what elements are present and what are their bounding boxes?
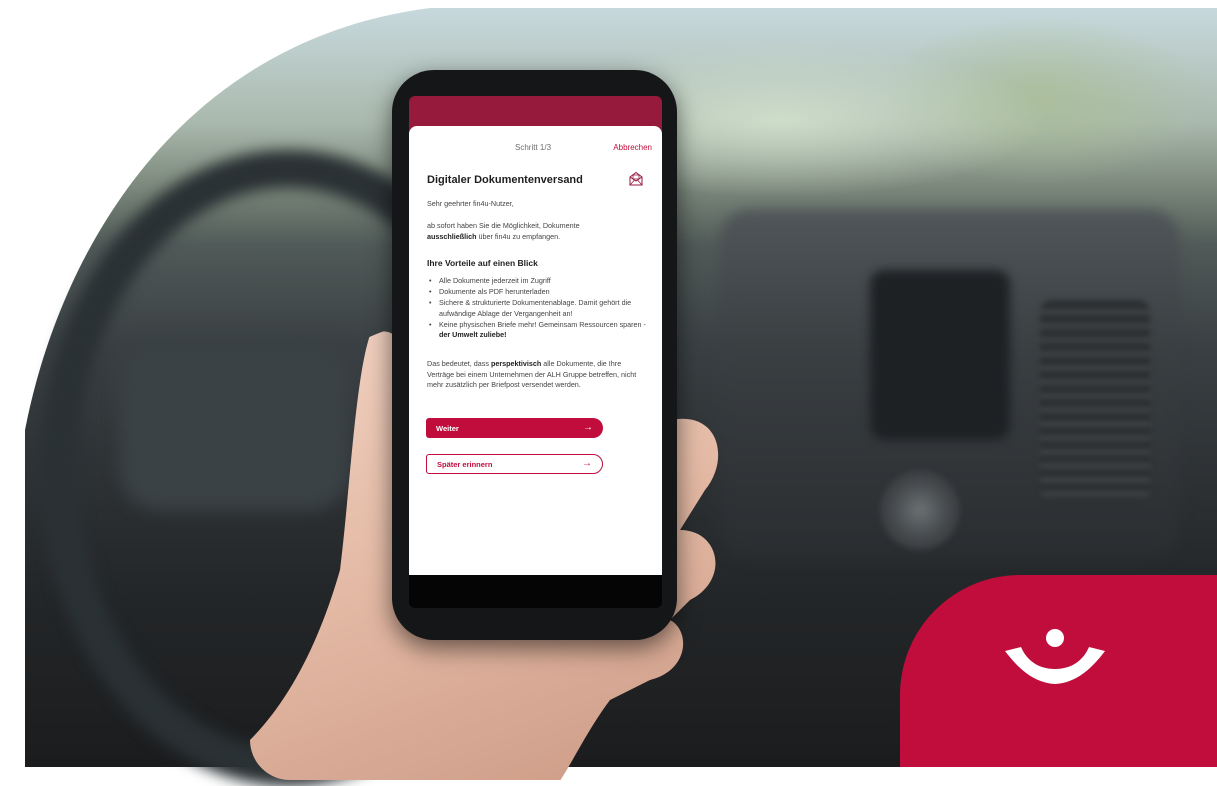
sheet-title: Digitaler Dokumentenversand <box>427 174 583 186</box>
benefit-item: Alle Dokumente jederzeit im Zugriff <box>427 276 649 287</box>
intro-text: ab sofort haben Sie die Möglichkeit, Dok… <box>427 221 649 242</box>
phone-screen: Schritt 1/3 Abbrechen Digitaler Dokument… <box>409 96 662 608</box>
benefit-4-bold: der Umwelt zuliebe! <box>439 330 507 339</box>
onboarding-sheet: Schritt 1/3 Abbrechen Digitaler Dokument… <box>409 126 662 575</box>
arrow-right-icon: → <box>582 458 592 469</box>
car-air-vent <box>1040 300 1150 500</box>
car-control-knob <box>880 470 960 550</box>
continue-button-label: Weiter <box>436 423 459 433</box>
info-prefix: Das bedeutet, dass <box>427 359 489 368</box>
benefits-heading: Ihre Vorteile auf einen Blick <box>427 258 538 268</box>
intro-bold: ausschließlich <box>427 231 477 241</box>
car-infotainment-screen <box>870 270 1010 440</box>
greeting-text: Sehr geehrter fin4u-Nutzer, <box>427 199 514 208</box>
benefit-item: Dokumente als PDF herunterladen <box>427 287 649 298</box>
smartphone: Schritt 1/3 Abbrechen Digitaler Dokument… <box>392 70 677 640</box>
brand-logo-icon <box>1005 629 1105 684</box>
remind-later-button-label: Später erinnern <box>437 459 493 469</box>
info-text: Das bedeutet, dass perspektivisch alle D… <box>427 359 649 391</box>
benefit-4-prefix: Keine physischen Briefe mehr! Gemeinsam … <box>439 319 646 329</box>
benefits-list: Alle Dokumente jederzeit im Zugriff Doku… <box>427 276 649 341</box>
arrow-right-icon: → <box>583 422 593 433</box>
info-bold: perspektivisch <box>490 359 542 368</box>
intro-suffix: über fin4u zu empfangen. <box>478 231 561 241</box>
benefit-item: Keine physischen Briefe mehr! Gemeinsam … <box>427 320 649 341</box>
step-indicator: Schritt 1/3 <box>515 143 552 152</box>
remind-later-button[interactable]: Später erinnern → <box>426 454 603 474</box>
intro-prefix: ab sofort haben Sie die Möglichkeit, Dok… <box>427 221 580 230</box>
benefit-item: Sichere & strukturierte Dokumentenablage… <box>427 298 649 319</box>
steering-wheel-hub <box>120 340 350 510</box>
cancel-link[interactable]: Abbrechen <box>613 143 652 152</box>
envelope-icon <box>629 171 643 186</box>
continue-button[interactable]: Weiter → <box>426 418 603 438</box>
